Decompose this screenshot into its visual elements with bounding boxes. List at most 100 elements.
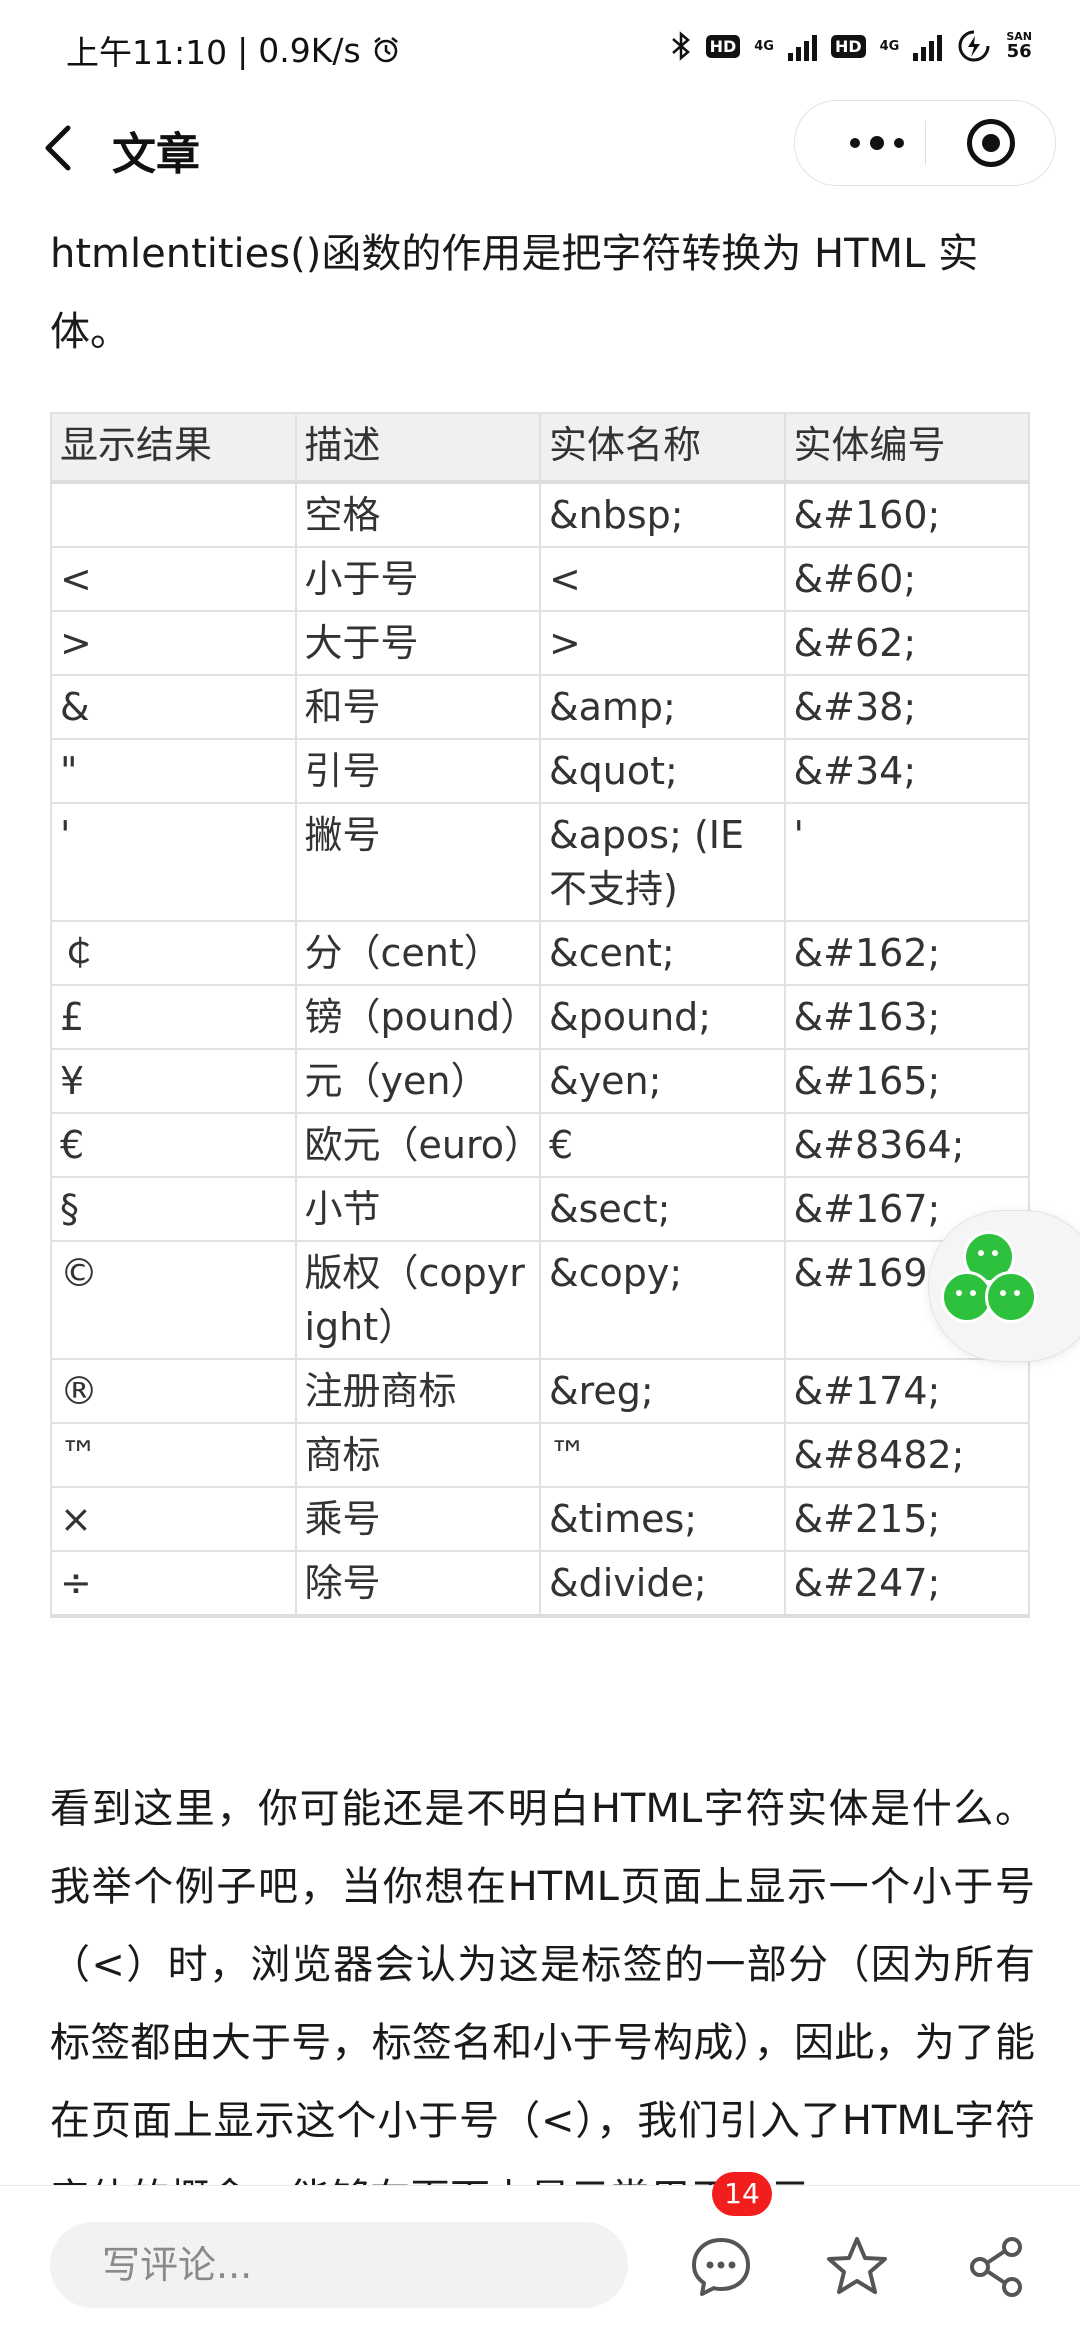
cell-desc: 除号 [294, 1550, 541, 1618]
cell-entity-number: &#215; [783, 1486, 1030, 1552]
table-row: £ 镑（pound） &pound; &#163; [50, 984, 1030, 1050]
article-intro: htmlentities()函数的作用是把字符转换为 HTML 实体。 [50, 231, 979, 355]
table-header-desc: 描述 [294, 412, 541, 483]
cell-entity-number: &#165; [783, 1048, 1030, 1114]
cell-result: ' [50, 802, 297, 922]
chevron-left-icon[interactable] [36, 118, 86, 178]
cell-result: " [50, 738, 297, 804]
cell-desc: 空格 [294, 481, 541, 548]
cell-desc: 镑（pound） [294, 984, 541, 1050]
table-row: " 引号 &quot; &#34; [50, 738, 1030, 804]
comment-icon[interactable] [686, 2232, 756, 2302]
table-header-result: 显示结果 [50, 412, 297, 483]
cell-entity-name: € [539, 1112, 786, 1178]
cell-result: ¥ [50, 1048, 297, 1114]
cell-entity-name: &sect; [539, 1176, 786, 1242]
comment-input[interactable] [50, 2222, 628, 2308]
hd-badge-1: HD [705, 34, 741, 58]
cell-entity-name: &times; [539, 1486, 786, 1552]
cell-entity-name: > [539, 610, 786, 676]
cell-entity-name: ™ [539, 1422, 786, 1488]
page-title: 文章 [112, 129, 200, 180]
cell-desc: 元（yen） [294, 1048, 541, 1114]
cell-result: ® [50, 1358, 297, 1424]
cell-desc: 引号 [294, 738, 541, 804]
cell-result: ™ [50, 1422, 297, 1488]
star-icon[interactable] [822, 2232, 892, 2302]
table-header-number: 实体编号 [783, 412, 1030, 483]
target-icon[interactable] [967, 119, 1015, 167]
cell-entity-name: < [539, 546, 786, 612]
table-row: ÷ 除号 &divide; &#247; [50, 1550, 1030, 1618]
cell-entity-name: &amp; [539, 674, 786, 740]
network-speed: 0.9K/s [258, 30, 361, 70]
cell-result: £ [50, 984, 297, 1050]
cell-entity-number: &#62; [783, 610, 1030, 676]
cell-entity-number: &#38; [783, 674, 1030, 740]
network-type-2: 4G [879, 38, 900, 54]
signal-icon-1 [787, 31, 817, 61]
battery-level: 56 [1006, 41, 1032, 62]
cell-desc: 商标 [294, 1422, 541, 1488]
table-row: × 乘号 &times; &#215; [50, 1486, 1030, 1552]
cell-entity-name: &nbsp; [539, 481, 786, 548]
nav-bar: 文章 [0, 100, 1080, 200]
table-row: ' 撇号 &apos; (IE不支持) ' [50, 802, 1030, 922]
table-row: © 版权（copyright） &copy; &#169; [50, 1240, 1030, 1360]
entity-table: 显示结果 描述 实体名称 实体编号 空格 &nbsp; &#160; < 小于号 < &#… [50, 412, 1030, 1618]
signal-icon-2 [913, 31, 943, 61]
comment-count-badge: 14 [712, 2172, 772, 2216]
table-body: 空格 &nbsp; &#160; < 小于号 < &#60; > 大于号 > &#62; & 和号… [50, 481, 1030, 1618]
cell-entity-number: &#34; [783, 738, 1030, 804]
network-type-1: 4G [754, 38, 774, 54]
cell-desc: 欧元（euro） [294, 1112, 542, 1178]
cell-result: & [50, 674, 297, 740]
cell-desc: 撇号 [294, 802, 541, 922]
article-paragraph: 看到这里，你可能还是不明白HTML字符实体是什么。我举个例子吧，当你想在HTML… [50, 1786, 1035, 2222]
capsule-divider [925, 121, 926, 165]
cell-entity-number: &#8482; [783, 1422, 1030, 1488]
wechat-group-button[interactable] [928, 1210, 1080, 1362]
cell-entity-number: ' [783, 802, 1030, 922]
cell-result: § [50, 1176, 297, 1242]
battery-indicator: SAN 56 [1006, 31, 1032, 61]
table-row: ® 注册商标 &reg; &#174; [50, 1358, 1030, 1424]
status-left: 上午11:10 | 0.9K/s [66, 26, 401, 74]
cell-desc: 分（cent） [294, 920, 541, 986]
cell-entity-name: &apos; (IE不支持) [539, 802, 786, 922]
cell-entity-name: &reg; [539, 1358, 786, 1424]
cell-result: × [50, 1486, 297, 1552]
status-bar: 上午11:10 | 0.9K/s HD 4G HD 4G SAN 56 [0, 0, 1080, 100]
status-right: HD 4G HD 4G SAN 56 [670, 30, 1032, 62]
cell-desc: 乘号 [294, 1486, 541, 1552]
table-row: ￠ 分（cent） &cent; &#162; [50, 920, 1030, 986]
status-time: 上午11:10 [66, 33, 228, 72]
cell-desc: 版权（copyright） [294, 1240, 541, 1360]
table-row: § 小节 &sect; &#167; [50, 1176, 1030, 1242]
table-row: € 欧元（euro） € &#8364; [50, 1112, 1030, 1178]
cell-entity-number: &#162; [783, 920, 1030, 986]
cell-result: < [50, 546, 297, 612]
share-icon[interactable] [962, 2232, 1032, 2302]
cell-result: ÷ [50, 1550, 297, 1618]
cell-entity-name: &cent; [539, 920, 786, 986]
cell-entity-name: &pound; [539, 984, 786, 1050]
table-row: ™ 商标 ™ &#8482; [50, 1422, 1030, 1488]
table-row: < 小于号 < &#60; [50, 546, 1030, 612]
cell-entity-number: &#8364; [783, 1112, 1030, 1178]
cell-entity-name: &divide; [539, 1550, 786, 1618]
cell-desc: 小节 [294, 1176, 541, 1242]
table-row: 空格 &nbsp; &#160; [50, 481, 1030, 548]
cell-entity-number: &#163; [783, 984, 1030, 1050]
cell-result: ￠ [50, 920, 297, 986]
cell-result: > [50, 610, 297, 676]
more-dots-icon[interactable] [831, 127, 923, 159]
cell-desc: 小于号 [294, 546, 541, 612]
cell-result: © [50, 1240, 297, 1360]
table-row: ¥ 元（yen） &yen; &#165; [50, 1048, 1030, 1114]
bluetooth-icon [671, 31, 690, 61]
bottom-bar [0, 2185, 1080, 2341]
table-row: > 大于号 > &#62; [50, 610, 1030, 676]
cell-entity-number: &#60; [783, 546, 1030, 612]
table-header-name: 实体名称 [539, 412, 786, 483]
